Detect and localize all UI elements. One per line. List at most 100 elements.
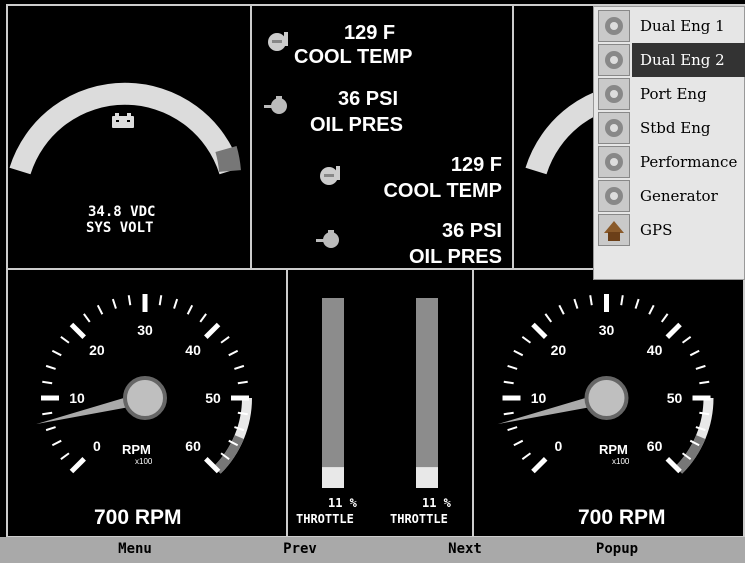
- tach-minor-tick: [237, 380, 248, 385]
- menu-item-port-eng[interactable]: Port Eng: [596, 77, 745, 111]
- tach-minor-tick: [689, 349, 700, 357]
- tach-tick-label: 0: [93, 438, 101, 454]
- throttle-bar-track: [322, 298, 344, 488]
- throttle-1-value: 11 %: [328, 496, 357, 510]
- tach-tick-label: 0: [555, 438, 563, 454]
- menu-item-label: Dual Eng 1: [640, 17, 725, 35]
- voltage-value: 34.8 VDC: [88, 204, 156, 220]
- throttle-2-value: 11 %: [422, 496, 451, 510]
- menu-item-label: Port Eng: [640, 85, 707, 103]
- tach-unit: RPM: [599, 442, 628, 457]
- tach-tick-label: 10: [69, 390, 85, 406]
- tach-minor-tick: [558, 304, 565, 315]
- menu-item-stbd-eng[interactable]: Stbd Eng: [596, 111, 745, 145]
- tach-minor-tick: [83, 313, 91, 323]
- eng1-coolant-value: 129 F: [344, 22, 396, 44]
- tach-minor-tick: [544, 313, 553, 323]
- tach-minor-tick: [42, 380, 53, 385]
- menu-item-dual-eng-2[interactable]: Dual Eng 2: [596, 43, 745, 77]
- oil-pressure-icon: [316, 230, 339, 248]
- tach-unit: RPM: [122, 442, 151, 457]
- tach-minor-tick: [60, 336, 70, 344]
- softkey-bar: Menu Prev Next Popup: [0, 537, 745, 563]
- tach-minor-tick: [503, 411, 514, 416]
- voltage-arc: [9, 82, 241, 175]
- tach-tick-label: 20: [551, 342, 567, 358]
- tach-tick-label: 30: [137, 322, 153, 338]
- readout-panel: 129 F COOL TEMP 36 PSI OIL PRES 129 F CO…: [250, 4, 514, 270]
- tach-hub: [584, 376, 629, 420]
- tach-red-zone: [213, 434, 244, 474]
- tach-major-tick: [531, 322, 548, 339]
- tach-minor-tick: [513, 349, 524, 357]
- tach-minor-tick: [513, 439, 524, 447]
- engine-icon: [598, 44, 630, 76]
- next-softkey[interactable]: Next: [410, 541, 520, 557]
- engine-icon: [598, 112, 630, 144]
- menu-item-generator[interactable]: Generator: [596, 179, 745, 213]
- gps-icon: [598, 214, 630, 246]
- menu-softkey[interactable]: Menu: [80, 541, 190, 557]
- tach-minor-tick: [507, 426, 518, 432]
- tach-minor-tick: [521, 336, 532, 344]
- oil-pressure-icon: [264, 96, 287, 114]
- popup-softkey[interactable]: Popup: [562, 541, 672, 557]
- tach-minor-tick: [695, 364, 706, 370]
- tach-minor-tick: [158, 295, 163, 306]
- popup-menu: Dual Eng 1 Dual Eng 2 Port Eng Stbd Eng …: [593, 6, 745, 280]
- eng2-oil-label: OIL PRES: [409, 246, 502, 268]
- tach-minor-tick: [620, 295, 624, 306]
- tach-minor-tick: [42, 411, 53, 416]
- tach-minor-tick: [589, 295, 593, 306]
- menu-item-dual-eng-1[interactable]: Dual Eng 1: [596, 9, 745, 43]
- tach-right-panel: 0 10 20 30 40 50 60 RPM x100 700 RPM: [472, 268, 745, 538]
- eng1-oil-value: 36 PSI: [338, 88, 399, 110]
- tach-minor-tick: [51, 439, 62, 447]
- tach-minor-tick: [111, 298, 117, 309]
- menu-item-performance[interactable]: Performance: [596, 145, 745, 179]
- tach-minor-tick: [127, 295, 132, 306]
- tach-tick-label: 30: [599, 322, 615, 338]
- tachometer-right: 0 10 20 30 40 50 60: [497, 294, 714, 474]
- engine-icon: [598, 180, 630, 212]
- tach-minor-tick: [220, 336, 230, 344]
- tach-minor-tick: [681, 336, 692, 344]
- tach-minor-tick: [96, 304, 104, 315]
- tach-red-zone: [674, 434, 706, 474]
- menu-item-gps[interactable]: GPS: [596, 213, 745, 247]
- tach-minor-tick: [503, 380, 514, 385]
- tach-minor-tick: [699, 380, 710, 385]
- voltage-panel: 34.8 VDC SYS VOLT: [6, 4, 252, 270]
- tach-tick-label: 20: [89, 342, 105, 358]
- prev-softkey[interactable]: Prev: [245, 541, 355, 557]
- tach-minor-tick: [634, 298, 640, 309]
- tach-major-tick: [531, 457, 548, 474]
- coolant-temp-icon: [320, 166, 340, 185]
- tach-reading: 700 RPM: [94, 506, 182, 529]
- tach-minor-tick: [186, 304, 194, 315]
- engine-icon: [598, 78, 630, 110]
- tach-major-tick: [69, 322, 86, 339]
- throttle-panel: 11 % THROTTLE 11 % THROTTLE: [286, 268, 474, 538]
- tach-major-tick: [204, 322, 221, 339]
- tach-hub: [123, 376, 167, 420]
- eng1-coolant-label: COOL TEMP: [294, 46, 413, 68]
- tach-minor-tick: [234, 364, 245, 370]
- throttle-1-label: THROTTLE: [296, 512, 354, 526]
- tach-minor-tick: [648, 304, 655, 315]
- tach-major-tick: [69, 457, 86, 474]
- tach-multiplier: x100: [135, 457, 153, 466]
- eng1-oil-label: OIL PRES: [310, 114, 403, 136]
- tach-tick-label: 60: [647, 438, 663, 454]
- menu-item-label: Dual Eng 2: [640, 51, 725, 69]
- tach-left-panel: 0 10 20 30 40 50 60 RPM x100 700 RPM: [6, 268, 288, 538]
- tach-tick-label: 40: [647, 342, 663, 358]
- tach-minor-tick: [228, 349, 239, 357]
- tach-minor-tick: [45, 426, 56, 432]
- tach-minor-tick: [60, 452, 70, 460]
- engine-icon: [598, 10, 630, 42]
- tach-minor-tick: [51, 349, 62, 357]
- coolant-temp-icon: [268, 32, 288, 51]
- engine-icon: [598, 146, 630, 178]
- menu-item-label: Generator: [640, 187, 718, 205]
